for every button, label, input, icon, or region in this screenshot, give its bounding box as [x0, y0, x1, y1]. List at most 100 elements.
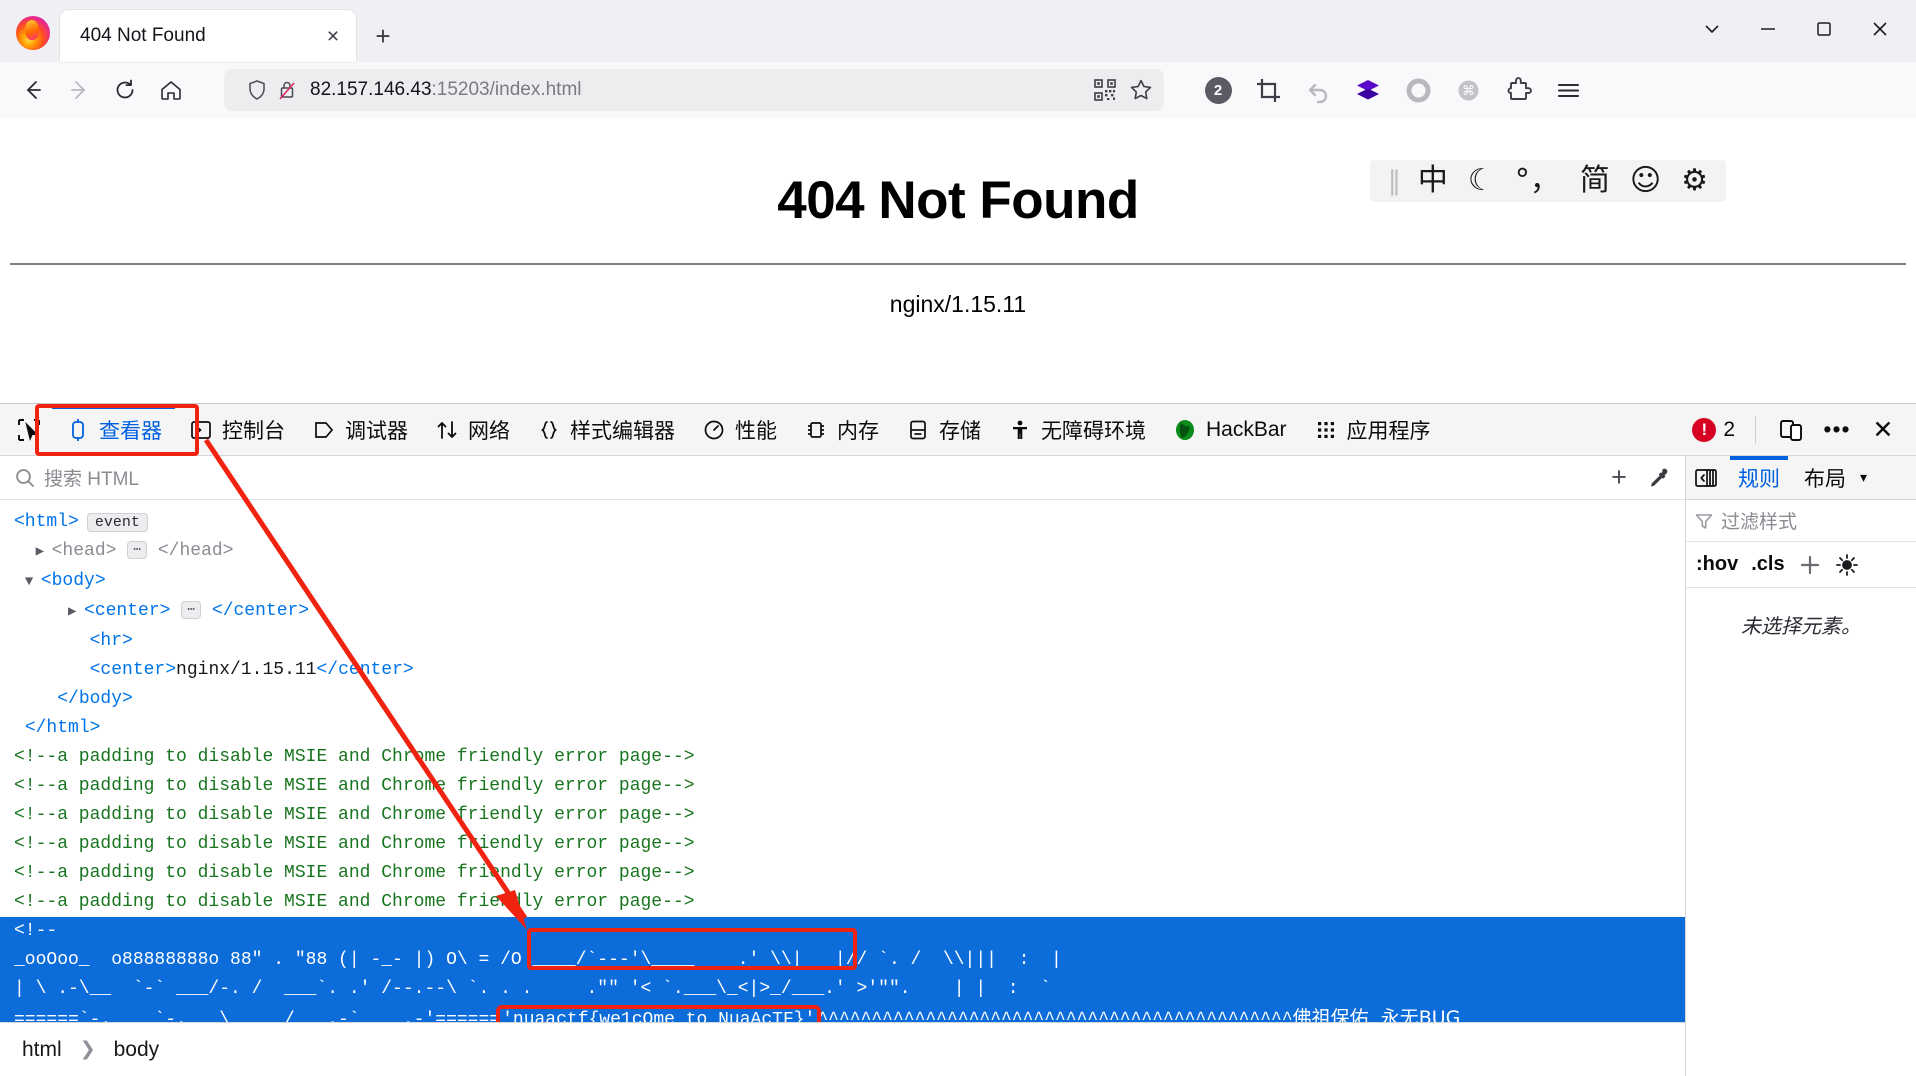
tab-hackbar[interactable]: HackBar	[1159, 405, 1300, 455]
ascii-art-line-1: _ooOoo_ o88888888o 88" . "88 (| -_- |) O…	[14, 950, 1062, 970]
tab-title: 404 Not Found	[80, 25, 206, 46]
add-rule-button[interactable]	[1798, 553, 1822, 577]
print-style-toggle-icon[interactable]	[1835, 553, 1859, 577]
tab-layout[interactable]: 布局	[1792, 456, 1858, 499]
create-new-node-icon[interactable]: +	[1599, 458, 1639, 498]
ellipsis-badge[interactable]: ⋯	[181, 601, 202, 619]
markup-line-body-open[interactable]: ▼ <body>	[0, 567, 1685, 597]
html-search-input[interactable]: 搜索 HTML	[44, 464, 1599, 491]
command-gray-icon[interactable]: ⌘	[1448, 70, 1488, 110]
ime-language-icon[interactable]: 中	[1418, 166, 1448, 196]
markup-comment-line[interactable]: <!--a padding to disable MSIE and Chrome…	[0, 859, 1685, 888]
ascii-art-tail: ^^^^^^^^^^^^^^^^^^^^^^^^^^^^^^^^^^^^^^^^…	[817, 1010, 1293, 1022]
more-tools-icon[interactable]: •••	[1816, 409, 1858, 451]
minimize-icon[interactable]	[1740, 6, 1796, 52]
tab-storage[interactable]: 存储	[892, 405, 994, 455]
svg-text:⌘: ⌘	[1462, 84, 1475, 99]
extensions-puzzle-icon[interactable]	[1498, 70, 1538, 110]
markup-comment-line[interactable]: <!--a padding to disable MSIE and Chrome…	[0, 743, 1685, 772]
event-badge[interactable]: event	[86, 513, 148, 532]
ellipsis-badge[interactable]: ⋯	[127, 541, 148, 559]
ctf-flag-text[interactable]: 'nuaactf{we1cOme_to_NuaAcTF}'	[496, 1005, 822, 1022]
maximize-icon[interactable]	[1796, 6, 1852, 52]
markup-line-html-close[interactable]: </html>	[0, 714, 1685, 743]
expand-twisty-center[interactable]: ▶	[68, 598, 84, 627]
ime-drag-handle[interactable]: ‖	[1388, 166, 1401, 196]
ime-simplified-icon[interactable]: 简	[1580, 166, 1610, 196]
markup-comment-line[interactable]: <!--a padding to disable MSIE and Chrome…	[0, 801, 1685, 830]
selected-comment-node[interactable]: <!-- _ooOoo_ o88888888o 88" . "88 (| -_-…	[0, 917, 1685, 1022]
markup-comment-line[interactable]: <!--a padding to disable MSIE and Chrome…	[0, 888, 1685, 917]
collapse-twisty-body[interactable]: ▼	[25, 568, 41, 597]
reload-icon[interactable]	[104, 69, 146, 111]
error-count-button[interactable]: ! 2	[1686, 417, 1741, 442]
markup-line-center-collapsed[interactable]: ▶ <center> ⋯ </center>	[0, 597, 1685, 627]
markup-line-html[interactable]: <html> event	[0, 508, 1685, 537]
home-icon[interactable]	[150, 69, 192, 111]
pseudo-class-button[interactable]: :hov	[1696, 553, 1738, 576]
markup-line-head[interactable]: ▶ <head> ⋯ </head>	[0, 537, 1685, 567]
markup-comment-line[interactable]: <!--a padding to disable MSIE and Chrome…	[0, 830, 1685, 859]
responsive-design-mode-icon[interactable]	[1770, 409, 1812, 451]
tab-memory[interactable]: 内存	[790, 405, 892, 455]
tab-console[interactable]: 控制台	[175, 405, 298, 455]
breadcrumb-item-body[interactable]: body	[106, 1034, 168, 1066]
new-tab-button[interactable]: +	[366, 19, 400, 53]
console-icon	[188, 417, 214, 443]
ime-emoji-icon[interactable]: ☺	[1630, 166, 1661, 196]
rules-tab-bar: 规则 布局 ▾	[1686, 456, 1916, 500]
ime-punctuation-icon[interactable]: °，	[1515, 166, 1560, 196]
close-devtools-icon[interactable]: ✕	[1862, 409, 1904, 451]
class-toggle-button[interactable]: .cls	[1751, 553, 1784, 576]
tracking-shield-icon[interactable]	[242, 75, 272, 105]
markup-comment-line[interactable]: <!--a padding to disable MSIE and Chrome…	[0, 772, 1685, 801]
comment-open: <!--	[14, 921, 58, 941]
tab-performance[interactable]: 性能	[688, 405, 790, 455]
rules-filter-bar[interactable]: 过滤样式	[1686, 500, 1916, 542]
tab-inspector[interactable]: 查看器	[52, 404, 175, 455]
ime-moon-icon[interactable]: ☾	[1468, 166, 1495, 196]
circle-gray-icon[interactable]	[1398, 70, 1438, 110]
undo-close-tab-icon[interactable]	[1298, 70, 1338, 110]
tab-network[interactable]: 网络	[421, 405, 523, 455]
eyedropper-icon[interactable]	[1639, 458, 1679, 498]
breadcrumb-item-html[interactable]: html	[14, 1034, 70, 1066]
tab-console-label: 控制台	[222, 419, 285, 443]
element-picker-icon[interactable]	[6, 408, 52, 452]
markup-line-body-close[interactable]: </body>	[0, 685, 1685, 714]
insecure-lock-icon[interactable]	[272, 75, 302, 105]
page-content: 404 Not Found nginx/1.15.11 ‖ 中 ☾ °， 简 ☺…	[0, 118, 1916, 403]
toolbar-divider	[1755, 415, 1756, 444]
url-bar[interactable]: 82.157.146.43:15203/index.html	[224, 69, 1164, 111]
ime-settings-gear-icon[interactable]: ⚙	[1681, 166, 1708, 196]
markup-tree[interactable]: <html> event ▶ <head> ⋯ </head> ▼ <body> ▶ <…	[0, 500, 1685, 1022]
tab-performance-label: 性能	[735, 419, 777, 443]
tab-accessibility[interactable]: 无障碍环境	[994, 405, 1159, 455]
forward-icon[interactable]	[58, 69, 100, 111]
rules-filter-input[interactable]: 过滤样式	[1721, 507, 1797, 534]
html-search-bar[interactable]: 搜索 HTML +	[0, 456, 1685, 500]
chevron-down-icon[interactable]: ▾	[1860, 469, 1867, 486]
app-menu-icon[interactable]	[1548, 70, 1588, 110]
bookmark-star-icon[interactable]	[1126, 75, 1156, 105]
tab-rules[interactable]: 规则	[1726, 456, 1792, 499]
ime-floating-toolbar[interactable]: ‖ 中 ☾ °， 简 ☺ ⚙	[1369, 160, 1726, 202]
markup-line-hr[interactable]: <hr>	[0, 627, 1685, 656]
pane-toggle-icon[interactable]	[1686, 457, 1726, 499]
close-tab-icon[interactable]: ×	[316, 19, 350, 53]
back-icon[interactable]	[12, 69, 54, 111]
container-count-badge-icon[interactable]: 2	[1198, 70, 1238, 110]
close-window-icon[interactable]	[1852, 6, 1908, 52]
tab-style-editor[interactable]: 样式编辑器	[523, 405, 688, 455]
screenshot-crop-icon[interactable]	[1248, 70, 1288, 110]
list-all-tabs-icon[interactable]	[1684, 6, 1740, 52]
tab-application[interactable]: 应用程序	[1300, 405, 1444, 455]
expand-twisty-head[interactable]: ▶	[36, 538, 52, 567]
extension-toolbar: 2 ⌘	[1198, 70, 1588, 110]
markup-line-center-text[interactable]: <center>nginx/1.15.11</center>	[0, 656, 1685, 685]
layers-purple-icon[interactable]	[1348, 70, 1388, 110]
qr-code-icon[interactable]	[1090, 75, 1120, 105]
tab-debugger[interactable]: 调试器	[298, 405, 421, 455]
storage-icon	[905, 417, 931, 443]
browser-tab[interactable]: 404 Not Found ×	[60, 10, 356, 62]
